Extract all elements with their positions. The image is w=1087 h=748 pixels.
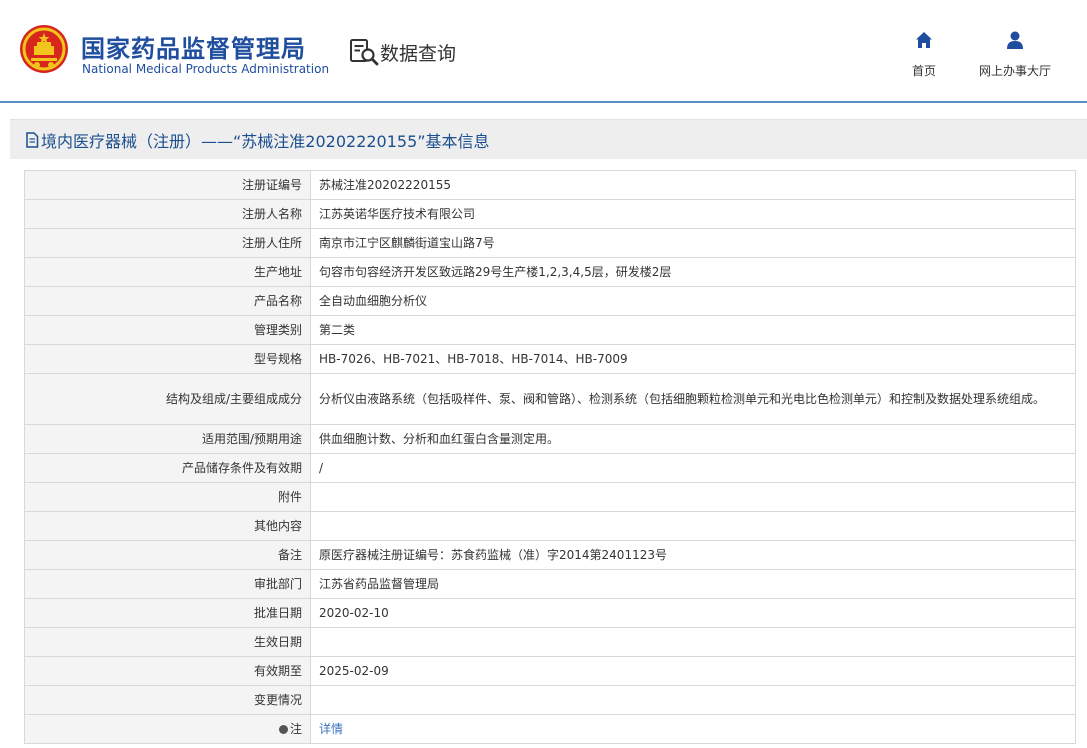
field-value: 第二类 xyxy=(310,315,1076,345)
field-label: 管理类别 xyxy=(24,315,311,345)
field-value xyxy=(310,627,1076,657)
table-row: 注册证编号 苏械注准20202220155 xyxy=(24,170,1076,200)
field-value xyxy=(310,482,1076,512)
field-label: 批准日期 xyxy=(24,598,311,628)
nav-home[interactable]: 首页 xyxy=(906,30,942,79)
field-label: 生效日期 xyxy=(24,627,311,657)
field-label: 备注 xyxy=(24,540,311,570)
table-row: 附件 xyxy=(24,482,1076,512)
table-row: 有效期至 2025-02-09 xyxy=(24,656,1076,686)
table-row: 产品名称 全自动血细胞分析仪 xyxy=(24,286,1076,316)
data-query-label: 数据查询 xyxy=(380,42,457,65)
header-divider xyxy=(0,101,1087,103)
field-label: 附件 xyxy=(24,482,311,512)
field-value: 2025-02-09 xyxy=(310,656,1076,686)
document-icon xyxy=(26,131,39,148)
field-label: 产品储存条件及有效期 xyxy=(24,453,311,483)
field-label: 适用范围/预期用途 xyxy=(24,424,311,454)
data-query-heading: 数据查询 xyxy=(349,38,456,66)
field-value: 全自动血细胞分析仪 xyxy=(310,286,1076,316)
field-value: 南京市江宁区麒麟街道宝山路7号 xyxy=(310,228,1076,258)
note-dot-icon xyxy=(278,725,288,734)
field-value: 江苏英诺华医疗技术有限公司 xyxy=(310,199,1076,229)
site-header: 国家药品监督管理局 National Medical Products Admi… xyxy=(0,0,1087,103)
table-row: 产品储存条件及有效期 / xyxy=(24,453,1076,483)
nav-online-service-hall[interactable]: 网上办事大厅 xyxy=(975,30,1055,79)
user-icon xyxy=(1007,31,1023,49)
home-icon xyxy=(916,32,932,48)
national-emblem-icon xyxy=(20,25,68,73)
field-value: 分析仪由液路系统（包括吸样件、泵、阀和管路）、检测系统（包括细胞颗粒检测单元和光… xyxy=(310,373,1076,425)
nav-online-service-hall-label: 网上办事大厅 xyxy=(978,64,1051,78)
nav-home-label: 首页 xyxy=(911,64,936,78)
field-value: 原医疗器械注册证编号：苏食药监械（准）字2014第2401123号 xyxy=(310,540,1076,570)
page-title: 境内医疗器械（注册）——“苏械注准20202220155”基本信息 xyxy=(41,131,490,151)
field-label: 变更情况 xyxy=(24,685,311,715)
field-label: 生产地址 xyxy=(24,257,311,287)
table-row: 变更情况 xyxy=(24,685,1076,715)
table-row: 管理类别 第二类 xyxy=(24,315,1076,345)
field-value: 详情 xyxy=(310,714,1076,744)
field-label: 注册人名称 xyxy=(24,199,311,229)
field-value xyxy=(310,511,1076,541)
document-search-icon xyxy=(350,39,379,66)
field-value xyxy=(310,685,1076,715)
field-value: 句容市句容经济开发区致远路29号生产楼1,2,3,4,5层，研发楼2层 xyxy=(310,257,1076,287)
table-row: 适用范围/预期用途 供血细胞计数、分析和血红蛋白含量测定用。 xyxy=(24,424,1076,454)
field-value: 2020-02-10 xyxy=(310,598,1076,628)
table-row: 型号规格 HB-7026、HB-7021、HB-7018、HB-7014、HB-… xyxy=(24,344,1076,374)
table-row: 注 详情 xyxy=(24,714,1076,744)
org-name-cn: 国家药品监督管理局 xyxy=(81,35,306,63)
table-row: 注册人名称 江苏英诺华医疗技术有限公司 xyxy=(24,199,1076,229)
table-row: 生产地址 句容市句容经济开发区致远路29号生产楼1,2,3,4,5层，研发楼2层 xyxy=(24,257,1076,287)
field-label: 型号规格 xyxy=(24,344,311,374)
table-row: 结构及组成/主要组成成分 分析仪由液路系统（包括吸样件、泵、阀和管路）、检测系统… xyxy=(24,373,1076,425)
table-row: 生效日期 xyxy=(24,627,1076,657)
field-label: 审批部门 xyxy=(24,569,311,599)
field-value: 苏械注准20202220155 xyxy=(310,170,1076,200)
field-value: 江苏省药品监督管理局 xyxy=(310,569,1076,599)
field-label: 注册人住所 xyxy=(24,228,311,258)
table-row: 审批部门 江苏省药品监督管理局 xyxy=(24,569,1076,599)
field-value: 供血细胞计数、分析和血红蛋白含量测定用。 xyxy=(310,424,1076,454)
field-label: 注册证编号 xyxy=(24,170,311,200)
details-link[interactable]: 详情 xyxy=(319,722,343,736)
page-title-bar: 境内医疗器械（注册）——“苏械注准20202220155”基本信息 xyxy=(10,119,1087,159)
note-label-cell: 注 xyxy=(24,714,311,744)
field-value: HB-7026、HB-7021、HB-7018、HB-7014、HB-7009 xyxy=(310,344,1076,374)
field-label: 结构及组成/主要组成成分 xyxy=(24,373,311,425)
table-row: 备注 原医疗器械注册证编号：苏食药监械（准）字2014第2401123号 xyxy=(24,540,1076,570)
table-row: 批准日期 2020-02-10 xyxy=(24,598,1076,628)
registration-detail-table: 注册证编号 苏械注准20202220155 注册人名称 江苏英诺华医疗技术有限公… xyxy=(24,170,1076,744)
org-name-en: National Medical Products Administration xyxy=(82,62,330,76)
field-label: 产品名称 xyxy=(24,286,311,316)
field-value: / xyxy=(310,453,1076,483)
table-row: 注册人住所 南京市江宁区麒麟街道宝山路7号 xyxy=(24,228,1076,258)
field-label: 注 xyxy=(289,722,302,736)
table-row: 其他内容 xyxy=(24,511,1076,541)
field-label: 其他内容 xyxy=(24,511,311,541)
field-label: 有效期至 xyxy=(24,656,311,686)
